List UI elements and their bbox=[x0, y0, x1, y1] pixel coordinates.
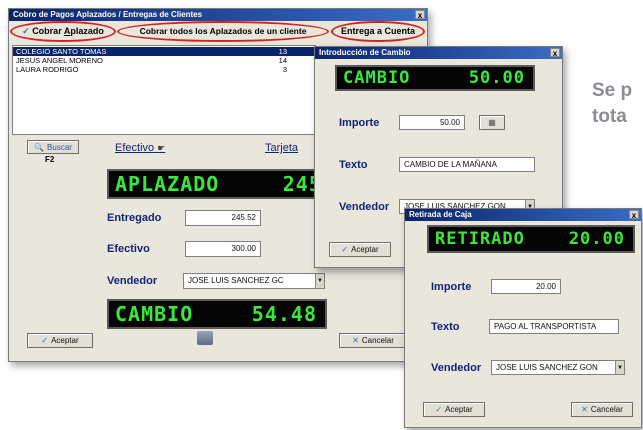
cancel-icon: ✕ bbox=[352, 336, 359, 345]
vendedor-label: Vendedor bbox=[339, 201, 390, 213]
retirada-window-titlebar[interactable]: Retirada de Caja x bbox=[405, 209, 641, 221]
cambio-window-title: Introducción de Cambio bbox=[319, 48, 411, 57]
lcd-retirado-display: RETIRADO 20.00 bbox=[427, 225, 635, 253]
calculator-button[interactable]: ▦ bbox=[479, 115, 505, 130]
efectivo-field[interactable]: 300.00 bbox=[185, 241, 261, 257]
vendedor-label: Vendedor bbox=[431, 362, 482, 374]
efectivo-label: Efectivo bbox=[107, 243, 150, 255]
calculator-icon: ▦ bbox=[488, 118, 496, 127]
client-row[interactable]: JESUS ANGEL MORENO 14 bbox=[13, 56, 315, 65]
tab-tarjeta[interactable]: Tarjeta bbox=[265, 142, 298, 154]
aceptar-button[interactable]: ✓ Aceptar bbox=[423, 402, 485, 417]
texto-field[interactable]: CAMBIO DE LA MAÑANA bbox=[399, 157, 535, 172]
aceptar-button[interactable]: ✓ Aceptar bbox=[27, 333, 93, 348]
importe-label: Importe bbox=[431, 281, 472, 293]
close-icon[interactable]: x bbox=[415, 10, 425, 20]
lcd-cambio-intro-display: CAMBIO 50.00 bbox=[335, 65, 535, 91]
main-window-titlebar[interactable]: Cobro de Pagos Aplazados / Entregas de C… bbox=[9, 9, 427, 21]
chevron-down-icon[interactable]: ▼ bbox=[315, 274, 324, 288]
cambio-window-titlebar[interactable]: Introducción de Cambio x bbox=[315, 47, 562, 59]
main-window-title: Cobro de Pagos Aplazados / Entregas de C… bbox=[13, 10, 203, 19]
buscar-button[interactable]: 🔍 Buscar bbox=[27, 140, 79, 154]
close-icon[interactable]: x bbox=[629, 210, 639, 220]
texto-field[interactable]: PAGO AL TRANSPORTISTA bbox=[489, 319, 619, 334]
vendedor-label: Vendedor bbox=[107, 275, 158, 287]
vendedor-select[interactable]: JOSE LUIS SANCHEZ GC ▼ bbox=[183, 273, 325, 289]
buscar-shortcut-label: F2 bbox=[45, 155, 55, 164]
search-icon: 🔍 bbox=[34, 143, 45, 152]
printer-icon[interactable] bbox=[197, 331, 213, 345]
importe-field[interactable]: 50.00 bbox=[399, 115, 465, 130]
entregado-field[interactable]: 245.52 bbox=[185, 210, 261, 226]
importe-field[interactable]: 20.00 bbox=[491, 279, 561, 294]
checkmark-icon: ✓ bbox=[41, 336, 49, 345]
client-row[interactable]: COLEGIO SANTO TOMAS 13 bbox=[13, 47, 315, 56]
tab-cobrar-todos[interactable]: Cobrar todos los Aplazados de un cliente bbox=[121, 25, 325, 38]
cancelar-button[interactable]: ✕ Cancelar bbox=[571, 402, 633, 417]
tab-cobrar-aplazado[interactable]: ✓ Cobrar Aplazado bbox=[13, 25, 113, 38]
checkmark-icon: ✓ bbox=[435, 405, 443, 414]
lcd-cambio-display: CAMBIO 54.48 bbox=[107, 299, 327, 329]
lcd-cambio-value: 54.48 bbox=[251, 302, 317, 326]
lcd-cambio-intro-label: CAMBIO bbox=[343, 68, 411, 88]
vendedor-select[interactable]: JOSE LUIS SANCHEZ GON ▼ bbox=[491, 360, 625, 375]
tab-efectivo[interactable]: Efectivo ☛ bbox=[115, 142, 165, 154]
lcd-retirado-value: 20.00 bbox=[568, 229, 625, 249]
checkmark-icon: ✓ bbox=[341, 245, 349, 254]
texto-label: Texto bbox=[431, 321, 460, 333]
retirada-window: Retirada de Caja x RETIRADO 20.00 Import… bbox=[404, 208, 642, 428]
cancel-icon: ✕ bbox=[581, 405, 588, 414]
background-text-line2: tota bbox=[592, 106, 627, 127]
lcd-cambio-intro-value: 50.00 bbox=[468, 68, 525, 88]
hand-cursor-icon: ☛ bbox=[157, 143, 166, 153]
cancelar-button[interactable]: ✕ Cancelar bbox=[339, 333, 407, 348]
lcd-cambio-label: CAMBIO bbox=[115, 302, 194, 326]
importe-label: Importe bbox=[339, 117, 380, 129]
texto-label: Texto bbox=[339, 159, 368, 171]
entregado-label: Entregado bbox=[107, 212, 162, 224]
close-icon[interactable]: x bbox=[550, 48, 560, 58]
lcd-aplazado-label: APLAZADO bbox=[115, 172, 220, 196]
check-icon: ✓ bbox=[22, 26, 30, 36]
retirada-window-title: Retirada de Caja bbox=[409, 210, 472, 219]
client-row[interactable]: LAURA RODRIGO 3 bbox=[13, 65, 315, 74]
chevron-down-icon[interactable]: ▼ bbox=[615, 361, 624, 374]
client-list[interactable]: COLEGIO SANTO TOMAS 13 JESUS ANGEL MOREN… bbox=[12, 45, 316, 135]
background-text-line1: Se p bbox=[592, 80, 633, 101]
lcd-retirado-label: RETIRADO bbox=[435, 229, 525, 249]
aceptar-button[interactable]: ✓ Aceptar bbox=[329, 242, 391, 257]
tab-entrega-cuenta[interactable]: Entrega a Cuenta bbox=[334, 25, 422, 38]
